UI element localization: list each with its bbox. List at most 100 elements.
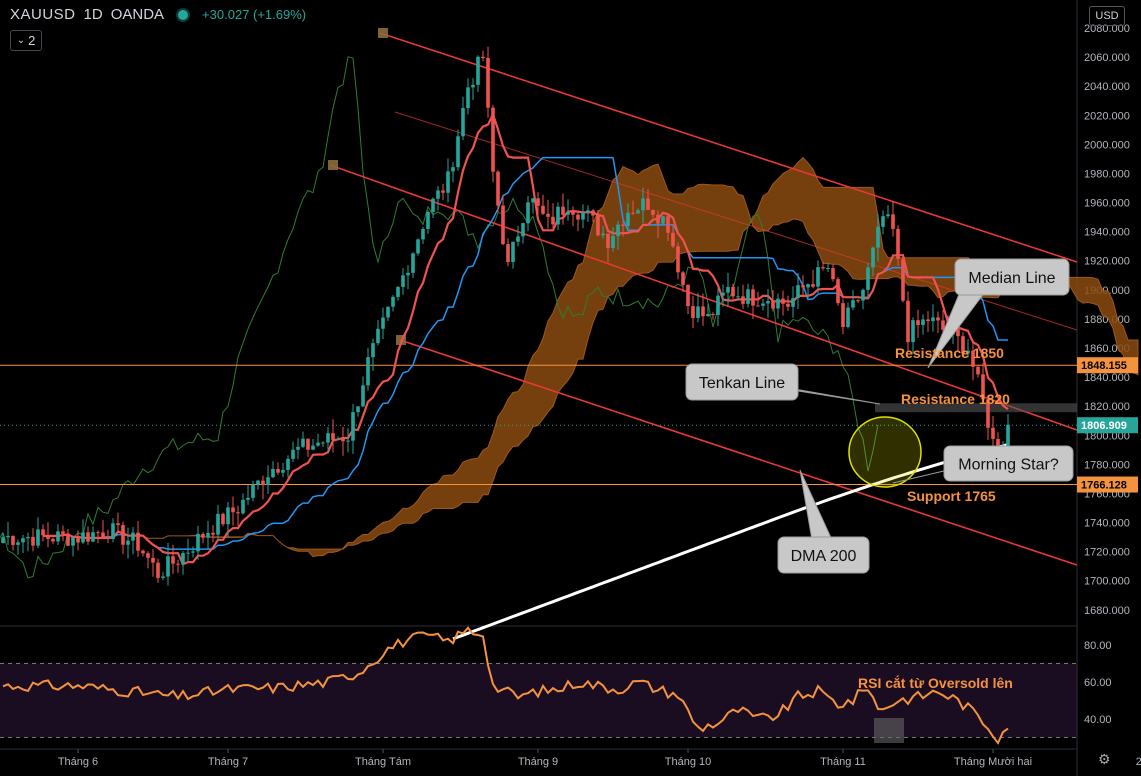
candle-body [336, 438, 340, 440]
price-chart[interactable]: 2080.0002060.0002040.0002020.0002000.000… [0, 0, 1141, 776]
candle-body [436, 190, 440, 199]
candle-body [66, 533, 70, 546]
candle-body [21, 538, 25, 543]
candle [491, 104, 495, 183]
candle-body [61, 531, 65, 534]
candle-body [856, 300, 860, 302]
candle-body [901, 258, 905, 301]
y-tick-label: 1780.000 [1084, 459, 1130, 471]
candle-body [756, 305, 760, 307]
candle-body [391, 296, 395, 307]
candle-body [431, 198, 435, 212]
candle-body [346, 440, 350, 442]
candle-body [351, 412, 355, 441]
candle-body [491, 107, 495, 172]
candle [661, 216, 665, 224]
candle-body [526, 202, 530, 224]
candle-body [371, 343, 375, 358]
gear-icon[interactable]: ⚙ [1098, 751, 1111, 768]
candle-body [681, 272, 685, 285]
x-tick-label: Tháng Tám [355, 756, 411, 768]
candle-body [541, 205, 545, 214]
candle-body [931, 317, 935, 322]
candle-body [896, 228, 900, 259]
candle-body [656, 214, 660, 224]
candle-body [321, 442, 325, 444]
channel-anchor-point [378, 28, 388, 38]
y-tick-label: 1740.000 [1084, 518, 1130, 530]
candle-body [311, 445, 315, 450]
candle-body [846, 307, 850, 328]
candle-body [236, 512, 240, 514]
candle-body [476, 56, 480, 85]
candle-body [631, 212, 635, 214]
indicators-count: 2 [28, 33, 36, 48]
candle-body [531, 198, 535, 203]
symbol-header[interactable]: XAUUSD 1D OANDA +30.027 (+1.69%) [10, 6, 306, 23]
candle-body [586, 210, 590, 213]
candle-body [216, 513, 220, 535]
candle-body [716, 295, 720, 315]
candle-body [606, 233, 610, 249]
candle-body [886, 214, 890, 217]
currency-button[interactable]: USD [1089, 6, 1125, 26]
y-tick-label: 2040.000 [1084, 81, 1130, 93]
y-tick-label: 1840.000 [1084, 372, 1130, 384]
candle-body [841, 303, 845, 328]
candle-body [781, 298, 785, 304]
candle-body [411, 253, 415, 273]
candle-body [101, 532, 105, 538]
candle-body [386, 306, 390, 318]
candle-body [46, 535, 50, 539]
candle-body [671, 232, 675, 247]
symbol-name: XAUUSD [10, 6, 76, 23]
median-line-callout-label: Median Line [968, 270, 1055, 287]
candle-body [131, 532, 135, 541]
candle-body [751, 289, 755, 306]
y-tick-label: 1940.000 [1084, 227, 1130, 239]
candle-body [186, 552, 190, 554]
candle-body [6, 535, 10, 538]
candle-body [331, 433, 335, 440]
candle-body [51, 538, 55, 542]
resistance-1850-text: Resistance 1850 [895, 345, 1004, 361]
y-tick-label: 1720.000 [1084, 547, 1130, 559]
candle-body [596, 215, 600, 236]
candle-body [56, 531, 60, 542]
candle-body [421, 228, 425, 240]
candle-body [276, 468, 280, 473]
candle-body [401, 275, 405, 287]
candle-body [561, 206, 565, 215]
candle-body [771, 301, 775, 309]
rsi-tick-label: 60.00 [1084, 677, 1112, 689]
candle-body [646, 198, 650, 210]
indicators-collapse-button[interactable]: ⌄ 2 [10, 30, 42, 51]
x-tick-label: 2021 [1136, 756, 1141, 768]
candle-body [36, 529, 40, 546]
candle-body [571, 211, 575, 215]
candle-body [466, 87, 470, 109]
candle-body [591, 210, 595, 216]
candle-body [546, 213, 550, 217]
candle-body [366, 357, 370, 386]
candle-body [721, 292, 725, 296]
candle-body [416, 239, 420, 254]
candle-body [731, 286, 735, 297]
candle-body [71, 537, 75, 546]
candle-body [976, 366, 980, 375]
candle-body [251, 484, 255, 498]
candle-body [821, 267, 825, 269]
candle-body [206, 532, 210, 538]
candle-body [621, 224, 625, 226]
candle-body [306, 438, 310, 450]
candle-body [316, 442, 320, 446]
candle-body [791, 298, 795, 307]
candle-body [291, 449, 295, 459]
candle-body [701, 306, 705, 317]
candle-body [256, 480, 260, 485]
candle-body [831, 268, 835, 280]
rsi-tick-label: 80.00 [1084, 640, 1112, 652]
y-tick-label: 1820.000 [1084, 401, 1130, 413]
resistance-1820-text: Resistance 1820 [901, 391, 1010, 407]
candle-body [836, 279, 840, 304]
